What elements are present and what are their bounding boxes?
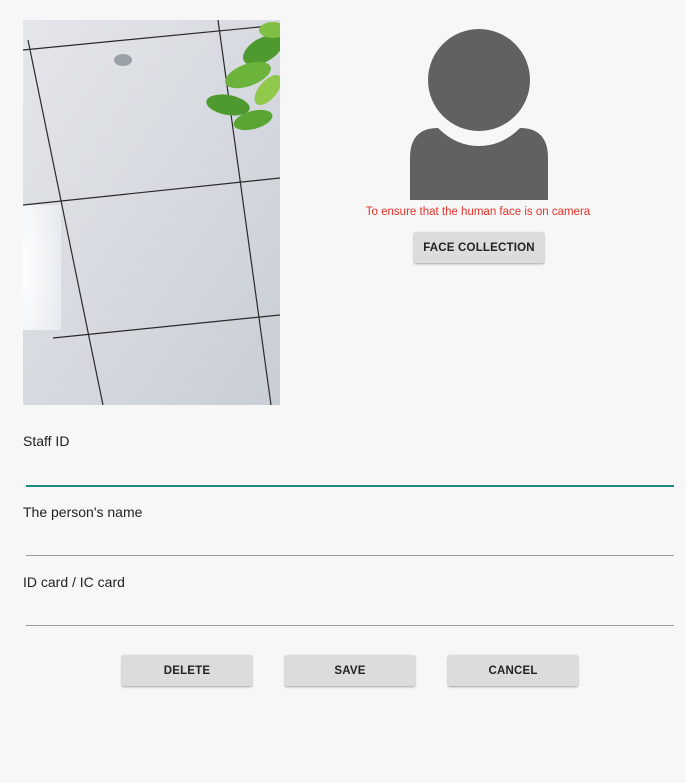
person-name-input[interactable] [26,529,674,556]
face-collection-button[interactable]: FACE COLLECTION [414,232,544,263]
person-name-label: The person's name [23,504,143,520]
staff-id-input[interactable] [26,459,674,487]
save-button[interactable]: SAVE [285,655,415,686]
face-hint-text: To ensure that the human face is on came… [365,206,591,218]
camera-preview [23,20,280,405]
person-silhouette-icon [408,28,548,200]
id-card-input[interactable] [26,599,674,626]
id-card-label: ID card / IC card [23,574,125,590]
cancel-button[interactable]: CANCEL [448,655,578,686]
delete-button[interactable]: DELETE [122,655,252,686]
staff-id-label: Staff ID [23,433,70,449]
